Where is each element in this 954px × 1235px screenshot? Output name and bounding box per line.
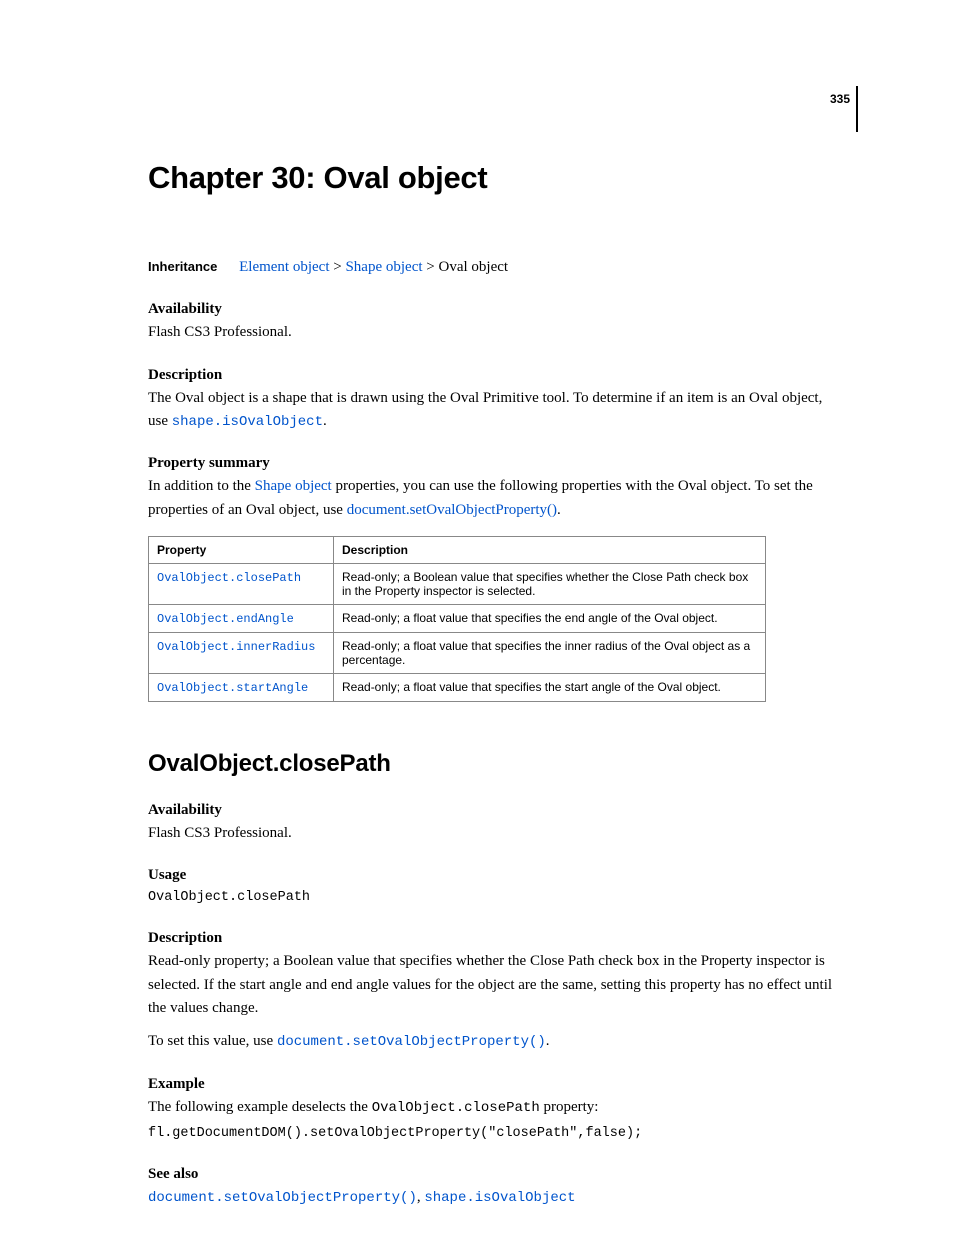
description-text: The Oval object is a shape that is drawn… [148, 387, 844, 434]
section-availability-heading: Availability [148, 802, 844, 819]
seealso-link-2[interactable]: shape.isOvalObject [424, 1190, 575, 1206]
section-availability-text: Flash CS3 Professional. [148, 822, 844, 845]
example-post: property: [540, 1099, 599, 1115]
table-prop-link[interactable]: OvalObject.endAngle [157, 612, 294, 626]
table-desc: Read-only; a float value that specifies … [334, 632, 766, 673]
propsum-link-setovalprop[interactable]: document.setOvalObjectProperty() [347, 502, 557, 518]
section-setvalue-text: To set this value, use document.setOvalO… [148, 1030, 844, 1054]
description-post: . [323, 413, 327, 429]
setvalue-pre: To set this value, use [148, 1033, 277, 1049]
seealso-heading: See also [148, 1166, 844, 1183]
inheritance-label: Inheritance [148, 257, 217, 277]
description-link-isovalobject[interactable]: shape.isOvalObject [172, 414, 323, 430]
seealso-link-1[interactable]: document.setOvalObjectProperty() [148, 1190, 417, 1206]
table-row: OvalObject.startAngle Read-only; a float… [149, 673, 766, 701]
inheritance-tail: > Oval object [423, 259, 509, 275]
propsum-pre: In addition to the [148, 478, 255, 494]
availability-heading: Availability [148, 301, 844, 318]
table-desc: Read-only; a float value that specifies … [334, 673, 766, 701]
description-heading: Description [148, 367, 844, 384]
section-description-heading: Description [148, 930, 844, 947]
inheritance-link-element-object[interactable]: Element object [239, 259, 329, 275]
property-summary-text: In addition to the Shape object properti… [148, 475, 844, 522]
example-inline-code: OvalObject.closePath [372, 1100, 540, 1116]
table-prop-link[interactable]: OvalObject.innerRadius [157, 640, 315, 654]
property-summary-heading: Property summary [148, 455, 844, 472]
example-text: The following example deselects the Oval… [148, 1096, 844, 1120]
table-header-description: Description [334, 536, 766, 563]
table-row: OvalObject.innerRadius Read-only; a floa… [149, 632, 766, 673]
property-table: Property Description OvalObject.closePat… [148, 536, 766, 702]
table-desc: Read-only; a float value that specifies … [334, 604, 766, 632]
table-row: OvalObject.endAngle Read-only; a float v… [149, 604, 766, 632]
inheritance-line: Inheritance Element object > Shape objec… [148, 256, 844, 279]
usage-heading: Usage [148, 867, 844, 884]
table-desc: Read-only; a Boolean value that specifie… [334, 563, 766, 604]
usage-code: OvalObject.closePath [148, 888, 844, 908]
inheritance-sep1: > [330, 259, 346, 275]
propsum-post: . [557, 502, 561, 518]
section-description-text: Read-only property; a Boolean value that… [148, 950, 844, 1020]
table-header-property: Property [149, 536, 334, 563]
chapter-title: Chapter 30: Oval object [148, 160, 844, 196]
propsum-link-shape-object[interactable]: Shape object [255, 478, 332, 494]
setvalue-link[interactable]: document.setOvalObjectProperty() [277, 1034, 546, 1050]
seealso-text: document.setOvalObjectProperty(), shape.… [148, 1186, 844, 1210]
setvalue-post: . [546, 1033, 550, 1049]
table-prop-link[interactable]: OvalObject.closePath [157, 571, 301, 585]
example-heading: Example [148, 1076, 844, 1093]
table-prop-link[interactable]: OvalObject.startAngle [157, 681, 308, 695]
page: 335 Chapter 30: Oval object Inheritance … [0, 0, 954, 1235]
availability-text: Flash CS3 Professional. [148, 321, 844, 344]
inheritance-link-shape-object[interactable]: Shape object [345, 259, 422, 275]
page-number: 335 [830, 92, 850, 106]
section-title: OvalObject.closePath [148, 750, 844, 778]
example-pre: The following example deselects the [148, 1099, 372, 1115]
page-number-rule [856, 86, 858, 132]
table-row: OvalObject.closePath Read-only; a Boolea… [149, 563, 766, 604]
example-codeblock: fl.getDocumentDOM().setOvalObjectPropert… [148, 1124, 844, 1144]
table-header-row: Property Description [149, 536, 766, 563]
